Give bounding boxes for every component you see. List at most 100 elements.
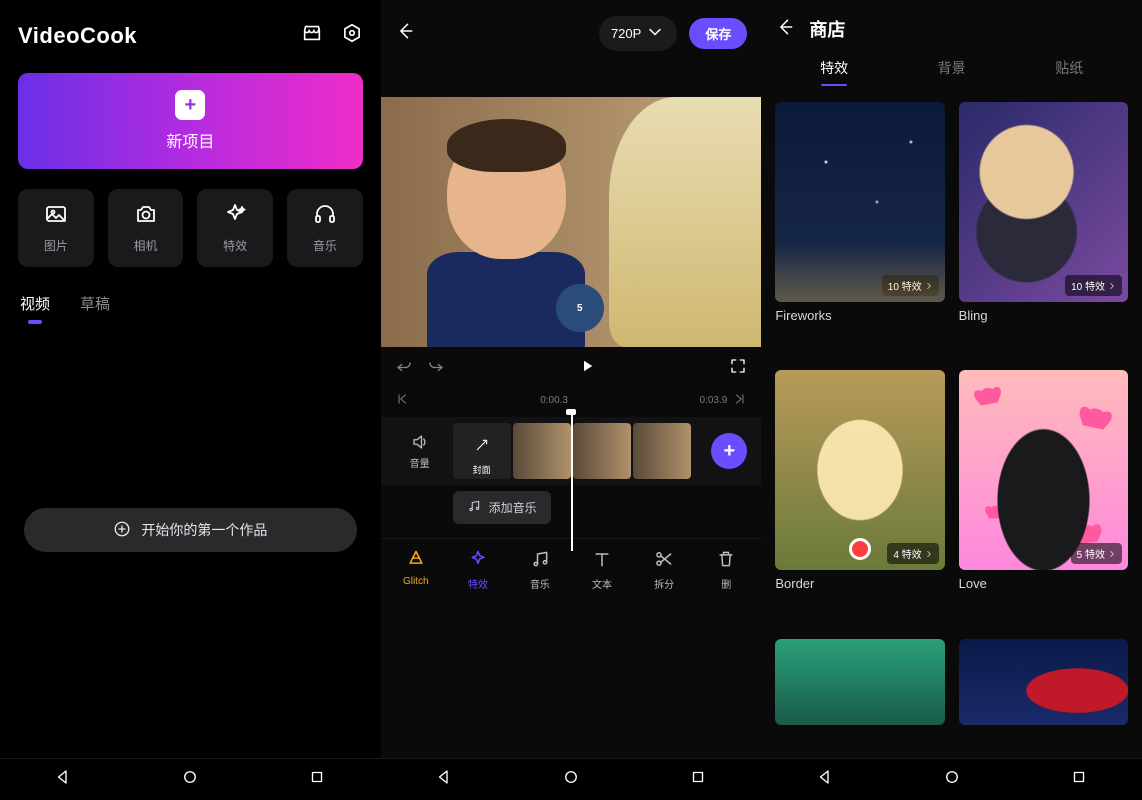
nav-recent-icon[interactable] xyxy=(689,768,707,791)
card-thumbnail xyxy=(959,639,1128,725)
tool-glitch[interactable]: Glitch xyxy=(390,549,442,591)
volume-button[interactable]: 音量 xyxy=(395,433,445,470)
home-screen: VideoCook + 新项目 图片 相机 特效 音乐 视频 草稿 xyxy=(0,0,381,800)
store-icon[interactable] xyxy=(301,22,323,49)
image-icon xyxy=(44,202,68,231)
effect-card-border[interactable]: 4 特效 Border xyxy=(775,370,944,624)
headphones-icon xyxy=(313,202,337,231)
fullscreen-icon[interactable] xyxy=(729,362,747,379)
effect-card-fireworks[interactable]: 10 特效 Fireworks xyxy=(775,102,944,356)
play-icon[interactable] xyxy=(578,357,596,380)
delete-icon xyxy=(716,549,736,572)
nav-back-icon[interactable] xyxy=(54,768,72,791)
video-preview[interactable]: 5 xyxy=(381,97,762,347)
count-badge: 5 特效 xyxy=(1071,543,1122,564)
card-thumbnail: 4 特效 xyxy=(775,370,944,570)
nav-home-icon[interactable] xyxy=(943,768,961,791)
sparkle-icon xyxy=(468,549,488,572)
camera-icon xyxy=(134,202,158,231)
tile-label: 特效 xyxy=(223,237,247,254)
tab-drafts[interactable]: 草稿 xyxy=(80,293,110,322)
tile-label: 音乐 xyxy=(313,237,337,254)
sparkle-icon xyxy=(223,202,247,231)
store-header: 商店 xyxy=(761,0,1142,52)
add-clip-button[interactable]: + xyxy=(711,433,747,469)
music-icon xyxy=(530,549,550,572)
text-icon xyxy=(592,549,612,572)
card-thumbnail: 5 特效 xyxy=(959,370,1128,570)
redo-icon[interactable] xyxy=(427,357,445,380)
glitch-icon xyxy=(406,549,426,572)
skip-start-icon[interactable] xyxy=(395,392,409,409)
music-icon xyxy=(467,499,481,516)
nav-home-icon[interactable] xyxy=(181,768,199,791)
nav-recent-icon[interactable] xyxy=(308,768,326,791)
store-tabs: 特效 背景 贴纸 xyxy=(761,52,1142,92)
android-navbar xyxy=(381,758,762,800)
nav-back-icon[interactable] xyxy=(816,768,834,791)
skip-end-icon[interactable] xyxy=(733,392,747,409)
split-icon xyxy=(654,549,674,572)
card-thumbnail xyxy=(775,639,944,725)
header-actions xyxy=(301,22,363,49)
store-tab-background[interactable]: 背景 xyxy=(938,58,966,86)
start-label: 开始你的第一个作品 xyxy=(141,520,267,540)
back-icon[interactable] xyxy=(395,21,415,46)
nav-back-icon[interactable] xyxy=(435,768,453,791)
back-icon[interactable] xyxy=(775,17,795,42)
preview-controls xyxy=(381,347,762,390)
tab-video[interactable]: 视频 xyxy=(20,293,50,322)
total-time: 0:03.9 xyxy=(700,395,728,406)
count-badge: 4 特效 xyxy=(887,543,938,564)
chevron-down-icon xyxy=(645,22,665,45)
clip-segment[interactable] xyxy=(633,423,691,479)
tool-effects[interactable]: 特效 xyxy=(452,549,504,591)
effect-card-bling[interactable]: 10 特效 Bling xyxy=(959,102,1128,356)
tile-music[interactable]: 音乐 xyxy=(287,189,363,267)
preview-frame: 5 xyxy=(381,97,762,347)
new-project-button[interactable]: + 新项目 xyxy=(18,73,363,169)
clip-cover[interactable]: 封面 xyxy=(453,423,511,479)
nav-home-icon[interactable] xyxy=(562,768,580,791)
clip-segment[interactable] xyxy=(573,423,631,479)
start-first-project-button[interactable]: 开始你的第一个作品 xyxy=(24,508,357,552)
count-badge: 10 特效 xyxy=(1065,275,1122,296)
tile-camera[interactable]: 相机 xyxy=(108,189,184,267)
store-grid[interactable]: 10 特效 Fireworks 10 特效 Bling 4 特效 Border xyxy=(761,92,1142,758)
tile-label: 图片 xyxy=(44,237,68,254)
add-circle-icon xyxy=(113,520,131,541)
tool-split[interactable]: 拆分 xyxy=(638,549,690,591)
undo-icon[interactable] xyxy=(395,357,413,380)
card-thumbnail: 10 特效 xyxy=(959,102,1128,302)
card-title: Bling xyxy=(959,308,1128,323)
current-time: 0:00.3 xyxy=(540,395,568,406)
save-button[interactable]: 保存 xyxy=(689,18,747,49)
resolution-selector[interactable]: 720P xyxy=(599,16,677,51)
effect-card-partial[interactable] xyxy=(959,639,1128,758)
card-title: Fireworks xyxy=(775,308,944,323)
tool-delete[interactable]: 删 xyxy=(700,549,752,591)
editor-header: 720P 保存 xyxy=(381,0,762,67)
count-badge: 10 特效 xyxy=(882,275,939,296)
app-logo: VideoCook xyxy=(18,23,137,49)
tile-effects[interactable]: 特效 xyxy=(197,189,273,267)
add-music-button[interactable]: 添加音乐 xyxy=(453,491,551,524)
resolution-value: 720P xyxy=(611,26,641,41)
quick-actions: 图片 相机 特效 音乐 xyxy=(0,189,381,267)
nav-recent-icon[interactable] xyxy=(1070,768,1088,791)
store-tab-effects[interactable]: 特效 xyxy=(820,58,848,86)
clip-segment[interactable] xyxy=(513,423,571,479)
editor-screen: 720P 保存 5 0:00.3 0:03.9 音量 xyxy=(381,0,762,800)
card-thumbnail: 10 特效 xyxy=(775,102,944,302)
tool-text[interactable]: 文本 xyxy=(576,549,628,591)
card-title: Love xyxy=(959,576,1128,591)
effect-card-love[interactable]: 5 特效 Love xyxy=(959,370,1128,624)
store-screen: 商店 特效 背景 贴纸 10 特效 Fireworks 10 特效 Bling … xyxy=(761,0,1142,800)
home-header: VideoCook xyxy=(0,0,381,65)
android-navbar xyxy=(761,758,1142,800)
tool-music[interactable]: 音乐 xyxy=(514,549,566,591)
tile-image[interactable]: 图片 xyxy=(18,189,94,267)
store-tab-stickers[interactable]: 贴纸 xyxy=(1055,58,1083,86)
settings-icon[interactable] xyxy=(341,22,363,49)
effect-card-partial[interactable] xyxy=(775,639,944,758)
